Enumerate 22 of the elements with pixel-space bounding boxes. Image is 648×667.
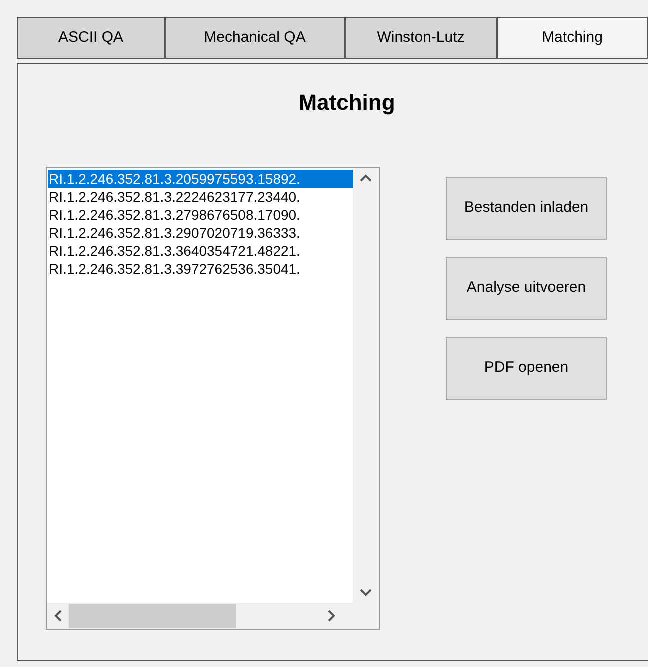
- vertical-scrollbar[interactable]: [353, 168, 379, 603]
- scroll-down-icon[interactable]: [360, 589, 372, 597]
- tab[interactable]: Winston-Lutz: [345, 17, 497, 59]
- scroll-thumb[interactable]: [69, 604, 236, 628]
- file-list[interactable]: [46, 167, 380, 630]
- action-button[interactable]: Analyse uitvoeren: [446, 257, 607, 320]
- horizontal-scrollbar[interactable]: [47, 603, 379, 629]
- scroll-left-icon[interactable]: [54, 610, 62, 622]
- scroll-up-icon[interactable]: [360, 174, 372, 182]
- action-button[interactable]: PDF openen: [446, 337, 607, 400]
- list-item[interactable]: RI.1.2.246.352.81.3.2224623177.23440.: [48, 188, 353, 206]
- tab[interactable]: Matching: [497, 17, 648, 59]
- list-item[interactable]: RI.1.2.246.352.81.3.2907020719.36333.: [48, 224, 353, 242]
- panel-title: Matching: [298, 89, 396, 117]
- list-item[interactable]: RI.1.2.246.352.81.3.2798676508.17090.: [48, 206, 353, 224]
- list-item[interactable]: RI.1.2.246.352.81.3.2059975593.15892.: [48, 170, 353, 188]
- tab[interactable]: Mechanical QA: [165, 17, 345, 59]
- tab[interactable]: ASCII QA: [17, 17, 165, 59]
- list-item[interactable]: RI.1.2.246.352.81.3.3972762536.35041.: [48, 260, 353, 278]
- action-button[interactable]: Bestanden inladen: [446, 177, 607, 240]
- list-item[interactable]: RI.1.2.246.352.81.3.3640354721.48221.: [48, 242, 353, 260]
- scroll-right-icon[interactable]: [328, 610, 336, 622]
